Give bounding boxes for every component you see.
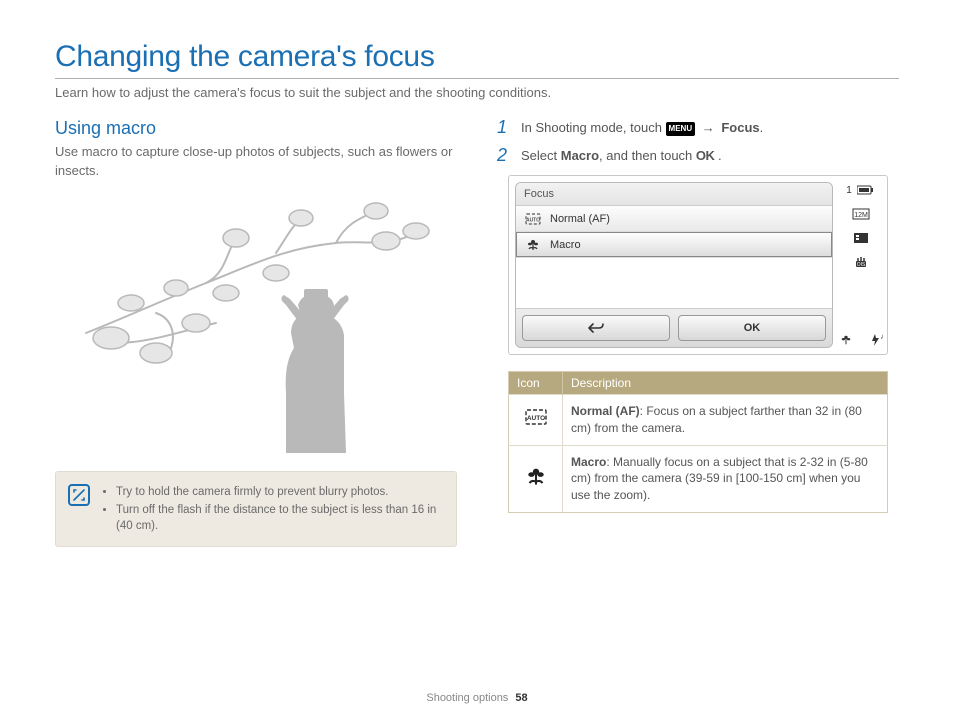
section-heading-macro: Using macro [55, 118, 457, 139]
icon-description-table: Icon Description AUTO Normal (AF): Focus… [508, 371, 888, 513]
page-subtitle: Learn how to adjust the camera's focus t… [55, 85, 899, 100]
menu-icon: MENU [666, 122, 696, 136]
image-counter: 1 [846, 185, 852, 196]
ok-button[interactable]: OK [678, 315, 826, 341]
step-text-bold: Macro [561, 148, 599, 163]
step-text: In Shooting mode, touch [521, 120, 666, 135]
back-arrow-icon [587, 322, 605, 334]
page-title: Changing the camera's focus [55, 40, 899, 79]
step-number: 1 [497, 118, 513, 136]
ok-glyph: OK [696, 148, 715, 163]
step-number: 2 [497, 146, 513, 164]
step-text: Select [521, 148, 561, 163]
step-1: 1 In Shooting mode, touch MENU → Focus. [497, 118, 899, 138]
step-text: . [760, 120, 764, 135]
desc-name: Macro [571, 455, 606, 469]
normal-af-icon: AUTO [524, 213, 542, 225]
step-2: 2 Select Macro, and then touch OK . [497, 146, 899, 166]
svg-text:OIS: OIS [857, 262, 866, 268]
table-header-icon: Icon [509, 372, 563, 395]
focus-option-normal[interactable]: AUTO Normal (AF) [516, 206, 832, 232]
ois-icon: OIS [851, 254, 871, 270]
screen-title: Focus [516, 183, 832, 205]
step-text: . [714, 148, 721, 163]
camera-screen-mock: Focus AUTO Normal (AF) [508, 175, 888, 355]
arrow-icon: → [702, 118, 715, 138]
step-text: , and then touch [599, 148, 696, 163]
step-text-bold: Focus [721, 120, 759, 135]
tip-box: Try to hold the camera firmly to prevent… [55, 471, 457, 547]
focus-option-macro[interactable]: Macro [516, 232, 832, 258]
svg-text:12M: 12M [854, 212, 868, 219]
macro-flower-icon [836, 332, 856, 348]
normal-af-icon: AUTO [525, 414, 547, 428]
back-button[interactable] [522, 315, 670, 341]
table-header-description: Description [563, 372, 888, 395]
macro-flower-icon [526, 475, 546, 489]
section-body: Use macro to capture close-up photos of … [55, 143, 457, 181]
svg-text:AUTO: AUTO [526, 415, 544, 422]
svg-text:AUTO: AUTO [526, 217, 540, 223]
table-row: Macro: Manually focus on a subject that … [509, 445, 888, 512]
tip-item: Try to hold the camera firmly to prevent… [116, 484, 444, 500]
tip-item: Turn off the flash if the distance to th… [116, 502, 444, 534]
desc-name: Normal (AF) [571, 404, 640, 418]
quality-icon [851, 230, 871, 246]
resolution-icon: 12M [851, 206, 871, 222]
table-row: AUTO Normal (AF): Focus on a subject far… [509, 395, 888, 446]
option-label: Normal (AF) [550, 213, 610, 225]
battery-icon [856, 182, 876, 198]
option-label: Macro [550, 239, 581, 251]
note-icon [68, 484, 90, 506]
macro-illustration [76, 193, 436, 453]
macro-flower-icon [524, 238, 542, 252]
flash-auto-icon: A [866, 332, 886, 348]
page-footer: Shooting options 58 [0, 692, 954, 704]
desc-text: : Manually focus on a subject that is 2-… [571, 455, 868, 503]
footer-page-number: 58 [515, 692, 527, 704]
svg-text:A: A [881, 335, 883, 341]
footer-section: Shooting options [426, 692, 508, 704]
